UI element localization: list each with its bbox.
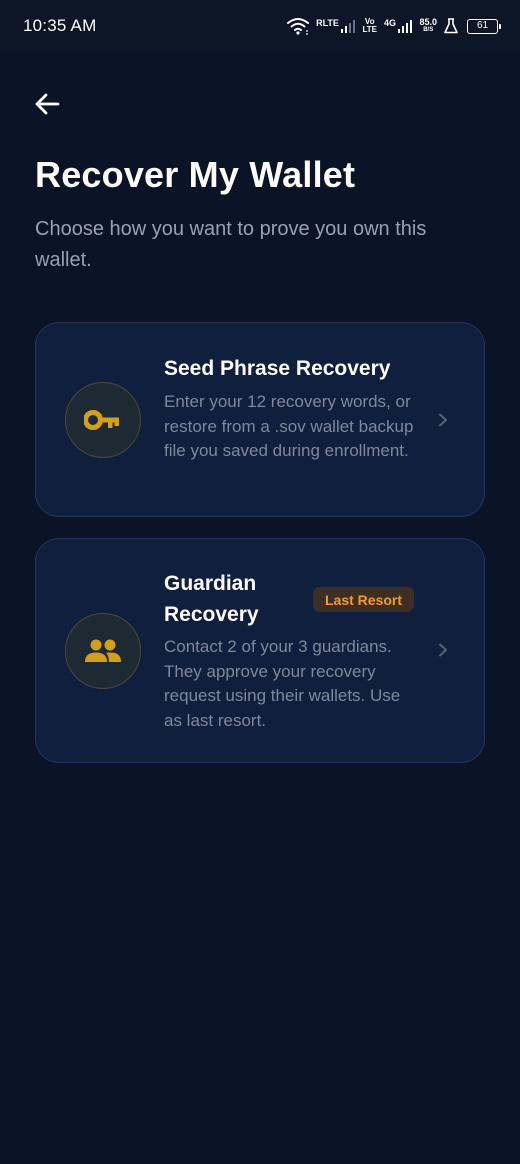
seed-phrase-recovery-card[interactable]: Seed Phrase Recovery Enter your 12 recov… <box>35 322 485 517</box>
status-time: 10:35 AM <box>23 16 97 35</box>
battery-icon: 61 <box>467 18 501 34</box>
last-resort-badge: Last Resort <box>313 587 415 612</box>
key-icon <box>84 410 119 430</box>
signal-rlte: RLTE <box>316 18 356 33</box>
chevron-right-icon <box>436 643 450 657</box>
wifi-icon <box>287 17 310 35</box>
signal-volte: Vo LTE <box>362 18 377 34</box>
page-subtitle: Choose how you want to prove you own thi… <box>35 218 427 271</box>
seed-card-description: Enter your 12 recovery words, or restore… <box>164 392 414 460</box>
seed-icon-circle <box>65 382 141 458</box>
guardian-recovery-card[interactable]: Guardian Recovery Last Resort Contact 2 … <box>35 538 485 763</box>
page-title: Recover My Wallet <box>35 154 356 195</box>
speed-value: 85.0 <box>419 17 437 27</box>
signal-icon <box>397 19 413 33</box>
guardian-icon-circle <box>65 613 141 689</box>
network-label-1: RLTE <box>316 18 339 28</box>
back-button[interactable] <box>30 86 64 122</box>
arrow-left-icon <box>35 93 60 115</box>
chevron-right-icon <box>436 413 450 427</box>
speed-indicator: 85.0 B/S <box>419 18 437 34</box>
flask-icon <box>444 18 458 34</box>
status-bar: 10:35 AM RLTE Vo LTE 4G 85.0 B/S 61 <box>0 0 520 52</box>
guardian-card-title: Guardian Recovery <box>164 572 259 626</box>
guardian-card-description: Contact 2 of your 3 guardians. They appr… <box>164 637 401 730</box>
signal-icon <box>340 19 356 33</box>
signal-4g: 4G <box>384 19 413 33</box>
volte-label: Vo LTE <box>362 17 377 34</box>
speed-unit: B/S <box>423 27 434 33</box>
group-icon <box>85 639 121 662</box>
battery-level: 61 <box>476 20 489 31</box>
seed-card-title: Seed Phrase Recovery <box>164 357 391 380</box>
network-label-2: 4G <box>383 18 396 28</box>
status-icons: RLTE Vo LTE 4G 85.0 B/S 61 <box>287 17 501 35</box>
